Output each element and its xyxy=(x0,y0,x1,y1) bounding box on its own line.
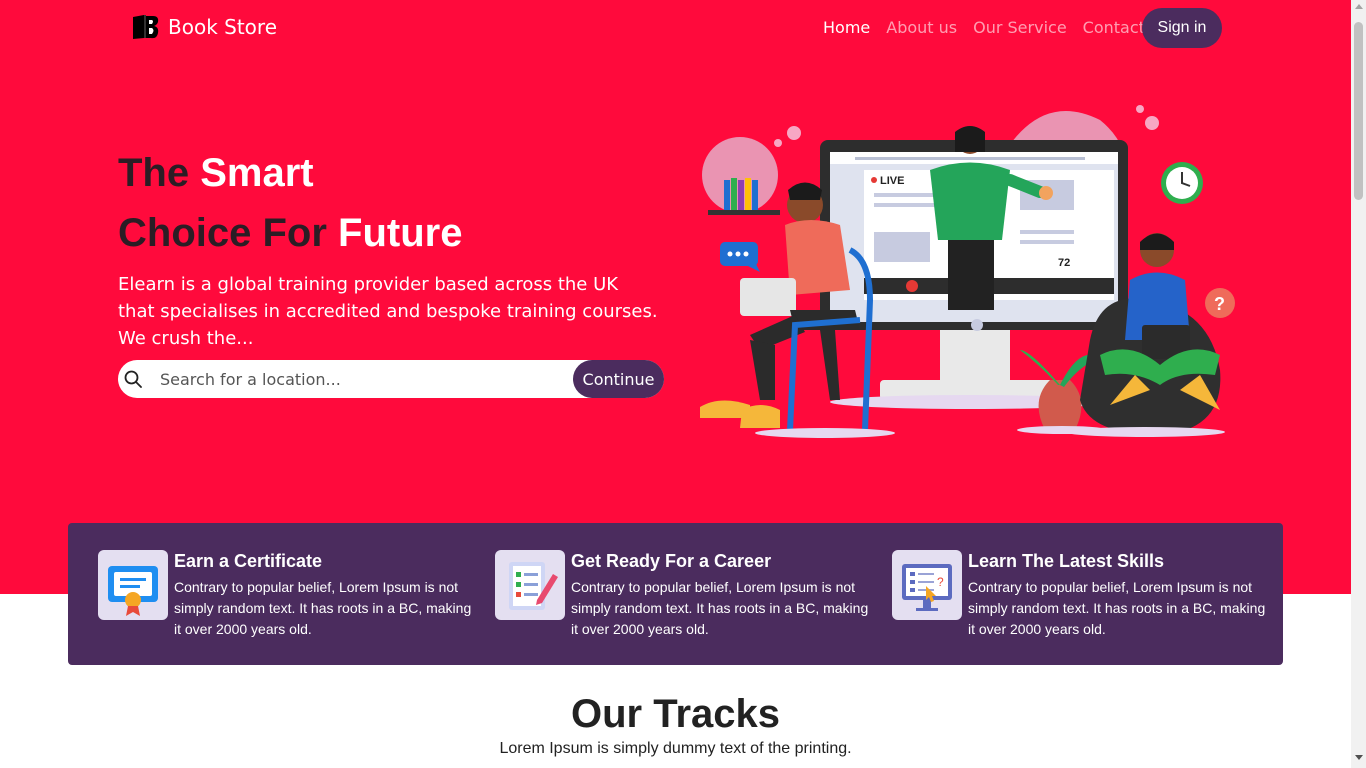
feature-title: Get Ready For a Career xyxy=(571,551,772,571)
certificate-icon xyxy=(98,550,168,620)
sign-in-button[interactable]: Sign in xyxy=(1142,8,1222,48)
illustration-viewer-count: 72 xyxy=(1058,257,1070,269)
illustration-live-label: LIVE xyxy=(880,175,904,187)
feature-card: Get Ready For a Career Contrary to popul… xyxy=(495,550,875,650)
continue-button[interactable]: Continue xyxy=(573,360,664,398)
svg-text:?: ? xyxy=(1214,294,1225,314)
book-logo-icon xyxy=(133,15,159,39)
hero-heading-line-1: The Smart xyxy=(118,149,314,197)
hero-heading-light-word: Future xyxy=(338,211,463,255)
nav-home[interactable]: Home xyxy=(823,17,870,39)
feature-card: Earn a Certificate Contrary to popular b… xyxy=(98,550,478,650)
feature-text: Contrary to popular belief, Lorem Ipsum … xyxy=(571,579,869,637)
tracks-subtitle: Lorem Ipsum is simply dummy text of the … xyxy=(499,740,852,757)
scroll-up-arrow-icon[interactable] xyxy=(1355,4,1363,9)
feature-card: ? Learn The Latest Skills Contrary to po… xyxy=(892,550,1272,650)
search-input[interactable] xyxy=(160,362,560,396)
feature-text: Contrary to popular belief, Lorem Ipsum … xyxy=(174,579,472,637)
page-scrollbar[interactable] xyxy=(1351,0,1366,768)
brand-logo[interactable]: Book Store xyxy=(132,14,277,40)
main-nav: Home About us Our Service Contact us xyxy=(823,17,1184,39)
hero-heading-dark-word: Choice For xyxy=(118,211,327,255)
brand-name: Book Store xyxy=(168,15,277,39)
search-icon xyxy=(124,370,142,388)
hero-illustration: LIVE 72 ? xyxy=(700,105,1235,438)
hero-heading-line-2: Choice For Future xyxy=(118,209,462,257)
svg-text:?: ? xyxy=(937,575,944,589)
features-panel: Earn a Certificate Contrary to popular b… xyxy=(68,523,1283,665)
nav-our-service[interactable]: Our Service xyxy=(973,17,1067,39)
monitor-quiz-icon: ? xyxy=(892,550,962,620)
feature-text: Contrary to popular belief, Lorem Ipsum … xyxy=(968,579,1266,637)
hero-heading-dark-word: The xyxy=(118,151,190,195)
feature-title: Learn The Latest Skills xyxy=(968,551,1165,571)
scroll-thumb[interactable] xyxy=(1354,22,1363,200)
checklist-icon xyxy=(495,550,565,620)
feature-title: Earn a Certificate xyxy=(174,551,323,571)
scroll-down-arrow-icon[interactable] xyxy=(1355,755,1363,760)
nav-about-us[interactable]: About us xyxy=(886,17,957,39)
tracks-title: Our Tracks xyxy=(570,692,780,736)
hero-description: Elearn is a global training provider bas… xyxy=(118,274,658,349)
hero-heading-light-word: Smart xyxy=(200,151,314,195)
